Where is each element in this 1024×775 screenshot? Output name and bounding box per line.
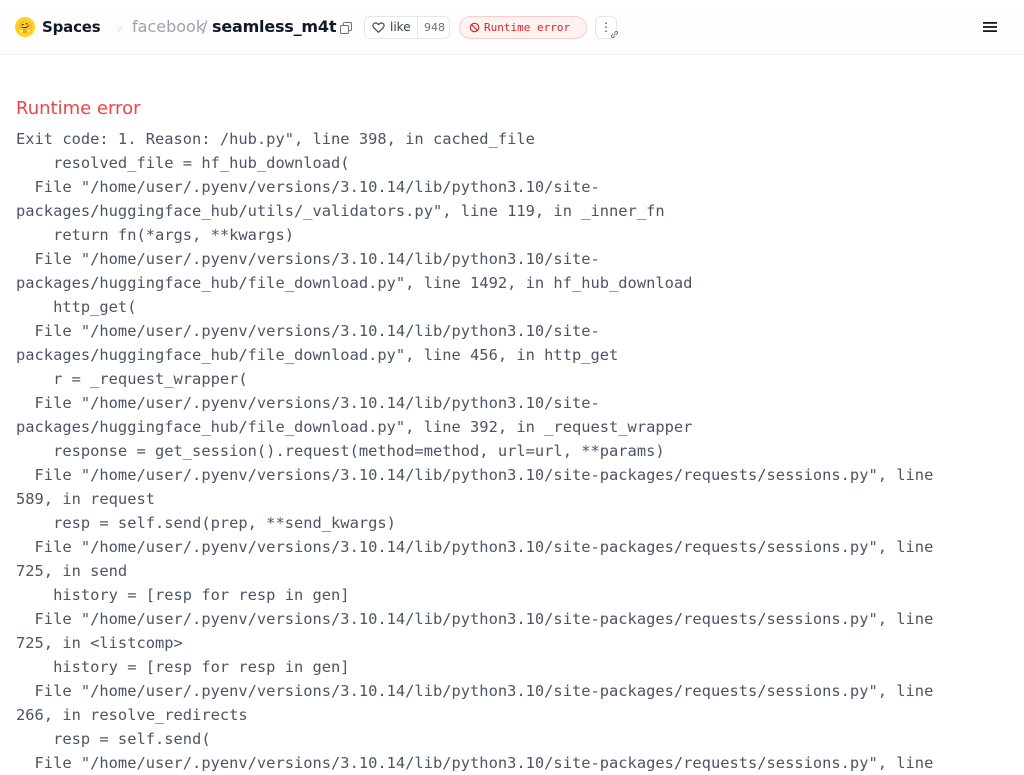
top-header: 🤗 Spaces ⸓ facebook / seamless_m4t like …	[0, 0, 1024, 55]
log-line: history = [resp for resp in gen]	[16, 586, 350, 604]
like-button[interactable]: like 948	[364, 16, 450, 39]
log-line: packages/huggingface_hub/file_download.p…	[16, 274, 693, 292]
breadcrumb-slash: /	[202, 17, 208, 36]
log-line: resolved_file = hf_hub_download(	[16, 154, 350, 172]
log-line: packages/huggingface_hub/utils/_validato…	[16, 202, 665, 220]
log-line: resp = self.send(	[16, 730, 211, 748]
like-label: like	[390, 20, 411, 34]
error-title: Runtime error	[16, 98, 141, 119]
link-icon	[610, 30, 619, 39]
log-line: File "/home/user/.pyenv/versions/3.10.14…	[16, 754, 934, 772]
hugging-face-logo-icon[interactable]: 🤗	[15, 17, 35, 37]
log-line: Exit code: 1. Reason: /hub.py", line 398…	[16, 130, 535, 148]
log-line: resp = self.send(prep, **send_kwargs)	[16, 514, 396, 532]
log-line: File "/home/user/.pyenv/versions/3.10.14…	[16, 466, 934, 484]
breadcrumb-divider: ⸓	[117, 24, 124, 35]
log-line: 266, in resolve_redirects	[16, 706, 248, 724]
copy-icon[interactable]	[340, 22, 352, 34]
log-line: r = _request_wrapper(	[16, 370, 248, 388]
log-line: File "/home/user/.pyenv/versions/3.10.14…	[16, 250, 600, 268]
log-line: http_get(	[16, 298, 137, 316]
heart-icon	[372, 22, 385, 33]
log-line: File "/home/user/.pyenv/versions/3.10.14…	[16, 322, 600, 340]
log-line: File "/home/user/.pyenv/versions/3.10.14…	[16, 178, 600, 196]
no-entry-icon	[469, 22, 480, 33]
log-line: packages/huggingface_hub/file_download.p…	[16, 418, 693, 436]
hamburger-menu-icon[interactable]	[982, 20, 998, 34]
status-label: Runtime error	[484, 21, 571, 34]
error-log: Exit code: 1. Reason: /hub.py", line 398…	[16, 127, 1016, 775]
spaces-link[interactable]: Spaces	[42, 18, 101, 36]
log-line: 725, in send	[16, 562, 128, 580]
log-line: File "/home/user/.pyenv/versions/3.10.14…	[16, 538, 934, 556]
repo-name-link[interactable]: seamless_m4t	[212, 17, 336, 36]
log-line: File "/home/user/.pyenv/versions/3.10.14…	[16, 394, 600, 412]
owner-link[interactable]: facebook	[132, 17, 205, 36]
log-line: packages/huggingface_hub/file_download.p…	[16, 346, 619, 364]
log-line: 589, in request	[16, 490, 155, 508]
log-line: 725, in <listcomp>	[16, 634, 183, 652]
log-line: response = get_session().request(method=…	[16, 442, 665, 460]
log-line: history = [resp for resp in gen]	[16, 658, 350, 676]
log-line: File "/home/user/.pyenv/versions/3.10.14…	[16, 610, 934, 628]
status-badge[interactable]: Runtime error	[459, 16, 587, 39]
log-line: return fn(*args, **kwargs)	[16, 226, 294, 244]
like-count[interactable]: 948	[417, 17, 451, 38]
log-line: File "/home/user/.pyenv/versions/3.10.14…	[16, 682, 934, 700]
